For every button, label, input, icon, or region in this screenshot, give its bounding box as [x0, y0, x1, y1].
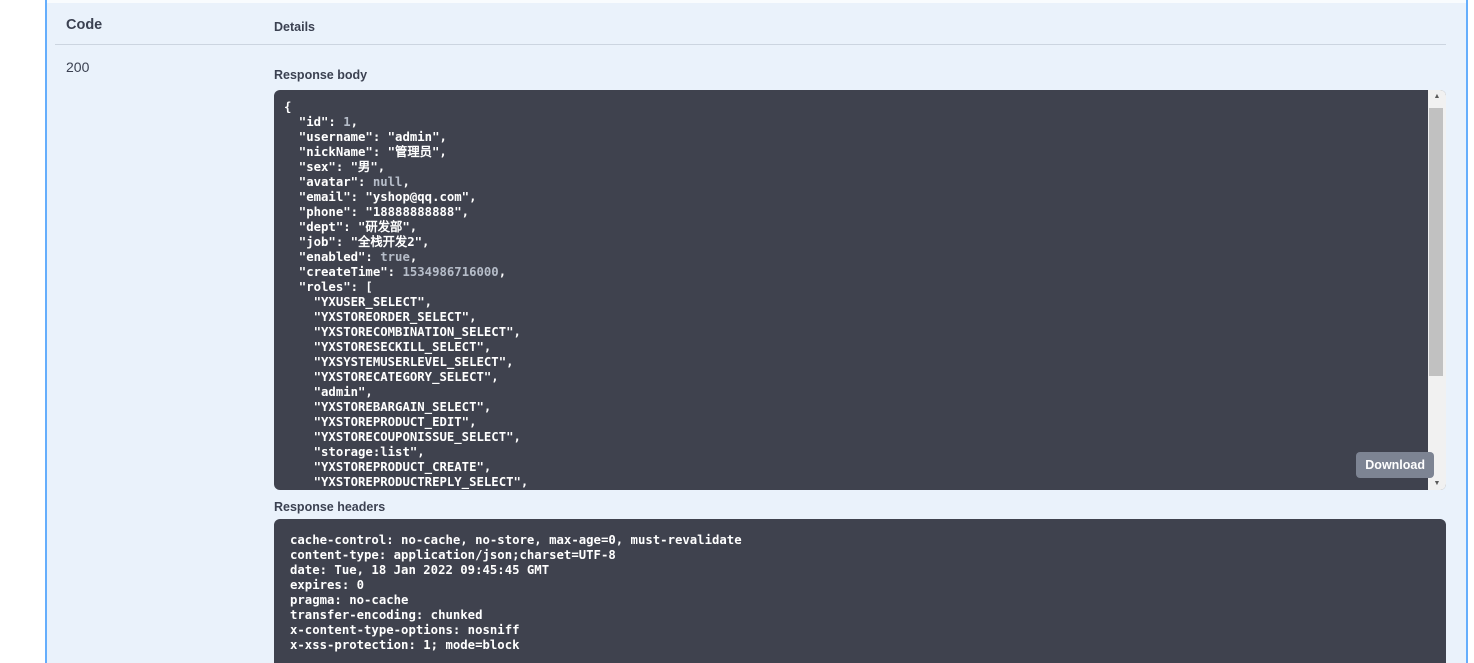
- response-body-block: { "id": 1, "username": "admin", "nickNam…: [274, 90, 1446, 490]
- responses-code-column-header: Code: [66, 17, 103, 33]
- response-status-code: 200: [66, 59, 90, 75]
- scrollbar-thumb[interactable]: [1429, 108, 1443, 376]
- response-body-json: { "id": 1, "username": "admin", "nickNam…: [284, 100, 529, 489]
- responses-table-divider: [55, 44, 1446, 45]
- scroll-up-icon[interactable]: ▲: [1428, 90, 1446, 104]
- response-headers-label: Response headers: [274, 500, 386, 514]
- response-headers-text: cache-control: no-cache, no-store, max-a…: [290, 533, 742, 652]
- response-headers-block: cache-control: no-cache, no-store, max-a…: [274, 519, 1446, 663]
- scroll-down-icon[interactable]: ▼: [1428, 477, 1446, 490]
- response-body-label: Response body: [274, 68, 368, 82]
- download-button[interactable]: Download: [1356, 452, 1434, 478]
- swagger-responses-page: Code Details 200 Response body { "id": 1…: [0, 0, 1474, 663]
- response-body-scrollbar[interactable]: ▲ ▼: [1428, 90, 1446, 490]
- responses-details-column-header: Details: [274, 20, 315, 34]
